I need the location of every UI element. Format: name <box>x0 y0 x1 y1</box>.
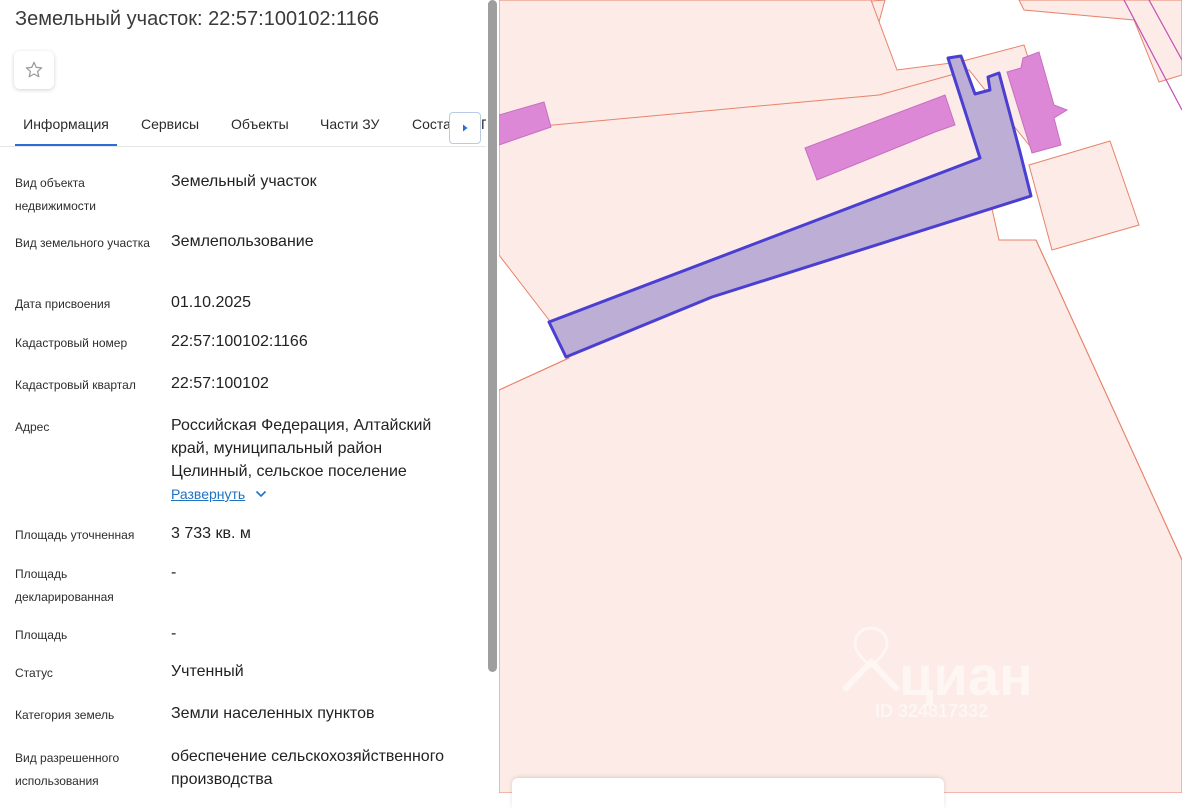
tabs-scroll-right-button[interactable] <box>449 112 481 144</box>
value-object-type: Земельный участок <box>171 173 317 190</box>
tab-services[interactable]: Сервисы <box>141 104 199 144</box>
info-panel: Земельный участок: 22:57:100102:1166 Инф… <box>0 0 486 793</box>
value-area-declared: - <box>171 564 177 581</box>
value-address: Российская Федерация, Алтайский край, му… <box>171 417 432 480</box>
label-cadastral-number: Кадастровый номер <box>15 336 128 350</box>
chevron-down-icon <box>256 490 267 498</box>
panel-scrollbar[interactable] <box>486 0 499 793</box>
scrollbar-thumb[interactable] <box>488 0 497 672</box>
page-title: Земельный участок: 22:57:100102:1166 <box>15 8 380 30</box>
label-status: Статус <box>15 666 53 680</box>
value-status: Учтенный <box>171 663 244 680</box>
label-assign-date: Дата присвоения <box>15 297 111 311</box>
tab-info[interactable]: Информация <box>15 104 117 146</box>
star-outline-icon <box>25 61 43 78</box>
label-address: Адрес <box>15 420 50 434</box>
label-land-type: Вид земельного участка <box>15 236 150 250</box>
expand-link-label: Развернуть <box>171 486 246 502</box>
tab-objects[interactable]: Объекты <box>231 104 289 144</box>
value-cadastral-number: 22:57:100102:1166 <box>171 333 308 350</box>
map-canvas[interactable]: циан ID 324817332 <box>499 0 1182 793</box>
tab-composition[interactable]: Соста <box>412 104 451 144</box>
label-cadastral-quarter: Кадастровый квартал <box>15 378 136 392</box>
watermark-code: ID 324817332 <box>875 701 988 721</box>
label-object-type: Вид объекта недвижимости <box>15 176 96 213</box>
address-expand-link[interactable]: Развернуть <box>171 486 267 502</box>
value-land-type: Землепользование <box>171 233 314 250</box>
value-permitted-use: обеспечение сельскохозяйственного произв… <box>171 748 445 788</box>
caret-right-icon <box>463 124 468 132</box>
label-permitted-use: Вид разрешенного использования <box>15 751 120 788</box>
label-area-refined: Площадь уточненная <box>15 528 135 542</box>
tab-bar: Информация Сервисы Объекты Части ЗУ Сост… <box>0 104 486 147</box>
value-area-refined: 3 733 кв. м <box>171 525 251 542</box>
value-area: - <box>171 625 177 642</box>
label-area-declared: Площадь декларированная <box>15 567 114 604</box>
value-assign-date: 01.10.2025 <box>171 294 252 311</box>
value-cadastral-quarter: 22:57:100102 <box>171 375 269 392</box>
favorite-button[interactable] <box>14 51 54 89</box>
label-land-category: Категория земель <box>15 708 115 722</box>
tab-parts[interactable]: Части ЗУ <box>320 104 379 144</box>
map-bottom-panel[interactable] <box>512 778 944 808</box>
value-land-category: Земли населенных пунктов <box>171 705 375 722</box>
label-area: Площадь <box>15 628 68 642</box>
map-view[interactable]: циан ID 324817332 <box>499 0 1182 793</box>
watermark-brand: циан <box>899 644 1033 707</box>
